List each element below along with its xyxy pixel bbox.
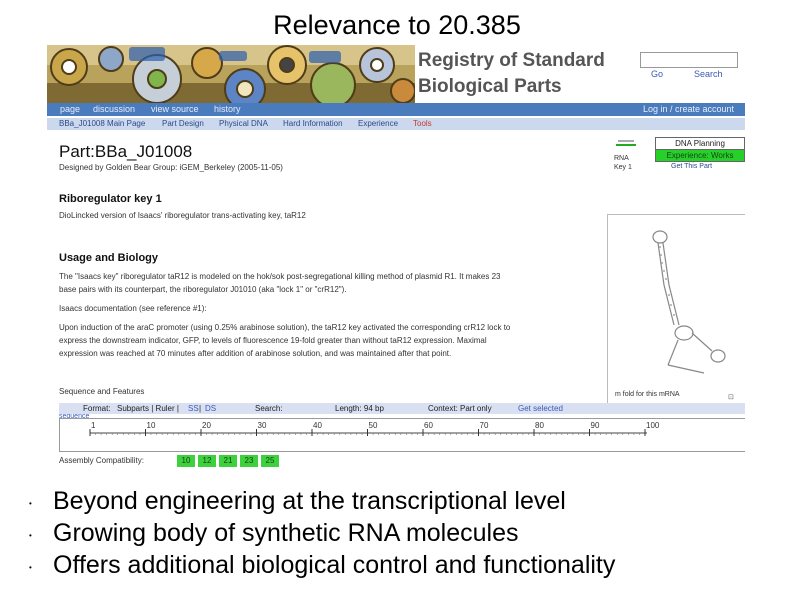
sequence-features-heading: Sequence and Features [59, 387, 145, 396]
bullet-dot: • [29, 499, 32, 508]
bullet-text: Growing body of synthetic RNA molecules [53, 519, 519, 547]
ruler-tick-label: 40 [313, 421, 322, 430]
ruler-tick-label: 20 [202, 421, 211, 430]
assembly-standard-25[interactable]: 25 [261, 455, 279, 467]
tab-discussion[interactable]: discussion [93, 104, 135, 115]
seq-search-label[interactable]: Search: [255, 404, 283, 414]
slide-title: Relevance to 20.385 [273, 10, 521, 40]
part-heading: Riboregulator key 1 [59, 193, 162, 205]
search-button[interactable]: Search [694, 69, 723, 79]
ruler-tick-label: 60 [424, 421, 433, 430]
sequence-ruler: 1 10 20 30 40 50 60 70 80 90 100 [89, 421, 660, 436]
get-this-part-link[interactable]: Get This Part [671, 163, 712, 170]
gears-logo-image [47, 45, 415, 103]
expand-icon[interactable]: ⊡ [728, 393, 734, 401]
nav-main-page[interactable]: BBa_J01008 Main Page [59, 119, 145, 129]
rna-icon [616, 140, 636, 146]
nav-tools[interactable]: Tools [413, 119, 432, 129]
login-link[interactable]: Log in / create account [643, 104, 734, 115]
usage-paragraph-3-line-2: express the downstream indicator, GFP, t… [59, 336, 487, 345]
tab-page[interactable]: page [60, 104, 80, 115]
rna-label: RNA [614, 155, 629, 162]
ruler-tick-label: 30 [258, 421, 267, 430]
usage-paragraph-2: Isaacs documentation (see reference #1): [59, 304, 207, 313]
assembly-compatibility-label: Assembly Compatibility: [59, 456, 144, 465]
sequence-ruler-view[interactable]: 1 10 20 30 40 50 60 70 80 90 100 [59, 418, 745, 452]
format-ss-link[interactable]: SS [188, 404, 199, 414]
usage-heading: Usage and Biology [59, 252, 159, 264]
assembly-standard-23[interactable]: 23 [240, 455, 258, 467]
part-title: Part:BBa_J01008 [59, 142, 193, 161]
bullet-dot: • [29, 531, 32, 540]
assembly-standard-10[interactable]: 10 [177, 455, 195, 467]
go-button[interactable]: Go [651, 69, 663, 79]
ruler-tick-label: 50 [369, 421, 378, 430]
ruler-tick-label: 70 [480, 421, 489, 430]
usage-paragraph-3-line-3: expression was reached at 70 minutes aft… [59, 349, 452, 358]
format-ds-link[interactable]: DS [205, 404, 216, 414]
site-title-line-2: Biological Parts [418, 76, 562, 97]
tab-view-source[interactable]: view source [151, 104, 199, 115]
bullet-text: Offers additional biological control and… [53, 551, 616, 579]
ruler-tick-label: 10 [147, 421, 156, 430]
usage-paragraph-1-line-2: base pairs with its counterpart, the rib… [59, 285, 347, 294]
rna-secondary-structure-image [652, 230, 726, 374]
rna-caption: RNA Key 1 [614, 154, 632, 172]
nav-part-design[interactable]: Part Design [162, 119, 204, 129]
tab-history[interactable]: history [214, 104, 241, 115]
sequence-toolbar: Format: Subparts | Ruler | SS | DS Searc… [59, 403, 745, 414]
registry-screenshot: Registry of Standard Biological Parts Go… [47, 45, 745, 470]
assembly-standard-12[interactable]: 12 [198, 455, 216, 467]
part-subtitle: DioLincked version of Isaacs' riboregula… [59, 211, 306, 220]
get-selected-link[interactable]: Get selected [518, 404, 563, 414]
nav-experience[interactable]: Experience [358, 119, 398, 129]
nav-physical-dna[interactable]: Physical DNA [219, 119, 268, 129]
usage-paragraph-1-line-1: The "Isaacs key" riboregulator taR12 is … [59, 272, 501, 281]
experience-works-button[interactable]: Experience: Works [655, 149, 745, 162]
part-nav-bar: BBa_J01008 Main Page Part Design Physica… [47, 118, 745, 130]
bullet-dot: • [29, 563, 32, 572]
rna-structure-panel [607, 214, 745, 405]
ruler-tick-label: 100 [646, 421, 660, 430]
assembly-standard-21[interactable]: 21 [219, 455, 237, 467]
key-label: Key 1 [614, 164, 632, 171]
usage-paragraph-3-line-1: Upon induction of the araC promoter (usi… [59, 323, 511, 332]
bullet-text: Beyond engineering at the transcriptiona… [53, 487, 566, 515]
format-options[interactable]: Subparts | Ruler | [117, 404, 179, 414]
site-title-line-1: Registry of Standard [418, 50, 605, 71]
mfold-caption: m fold for this mRNA [615, 391, 680, 398]
page-tab-bar: page discussion view source history Log … [47, 103, 745, 116]
designer-line: Designed by Golden Bear Group: iGEM_Berk… [59, 163, 283, 172]
registry-site-title: Registry of Standard Biological Parts [418, 48, 605, 100]
search-input[interactable] [640, 52, 738, 68]
registry-banner: Registry of Standard Biological Parts Go… [47, 45, 745, 103]
sequence-length: Length: 94 bp [335, 404, 384, 413]
ruler-tick-label: 1 [91, 421, 96, 430]
sequence-context: Context: Part only [428, 404, 492, 413]
ruler-tick-label: 80 [535, 421, 544, 430]
nav-hard-information[interactable]: Hard Information [283, 119, 343, 129]
ruler-tick-label: 90 [591, 421, 600, 430]
